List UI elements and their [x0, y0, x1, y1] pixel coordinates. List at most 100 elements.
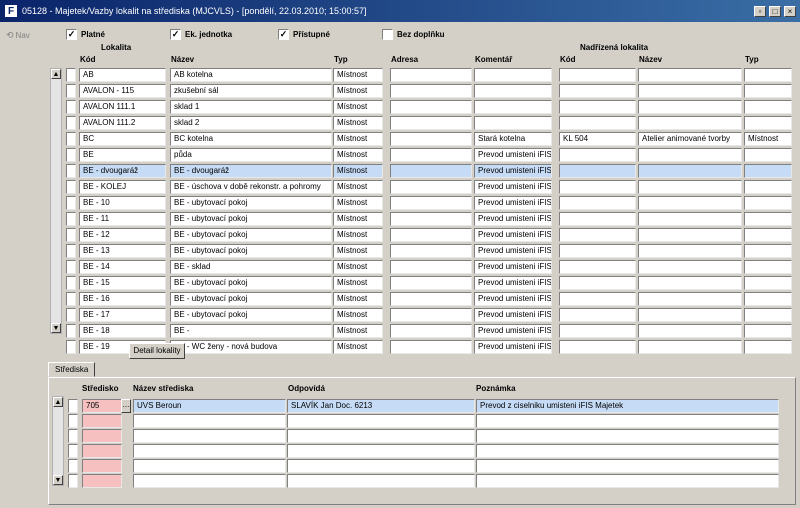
cell-nazev[interactable] — [133, 429, 286, 443]
close-button[interactable]: × — [784, 5, 796, 17]
cell-typ[interactable]: Místnost — [333, 196, 383, 210]
maximize-button[interactable]: □ — [769, 5, 781, 17]
cell-typ[interactable]: Místnost — [333, 340, 383, 354]
cell-nazev[interactable]: BE - ubytovací pokoj — [170, 308, 332, 322]
cell-kod[interactable]: AB — [79, 68, 166, 82]
cell-n-nazev[interactable] — [638, 260, 742, 274]
cell-nazev[interactable]: BE - ubytovací pokoj — [170, 228, 332, 242]
cell-komentar[interactable] — [474, 84, 552, 98]
row-indicator[interactable] — [66, 148, 76, 162]
cell-adresa[interactable] — [390, 228, 472, 242]
cell-n-nazev[interactable] — [638, 292, 742, 306]
cell-komentar[interactable]: Stará kotelna — [474, 132, 552, 146]
cell-nazev[interactable] — [133, 414, 286, 428]
row-indicator[interactable] — [66, 68, 76, 82]
cell-typ[interactable]: Místnost — [333, 212, 383, 226]
cell-n-kod[interactable]: KL 504 — [559, 132, 636, 146]
cell-n-typ[interactable] — [744, 148, 792, 162]
lokality-scrollbar[interactable]: ▲ ▼ — [50, 68, 62, 334]
cell-kod[interactable]: BE - dvougaráž — [79, 164, 166, 178]
scroll-down-arrow[interactable]: ▼ — [51, 323, 61, 333]
cell-adresa[interactable] — [390, 196, 472, 210]
cell-n-typ[interactable] — [744, 196, 792, 210]
cell-odpovida[interactable] — [287, 474, 475, 488]
cell-n-nazev[interactable] — [638, 340, 742, 354]
cell-n-nazev[interactable] — [638, 324, 742, 338]
cell-adresa[interactable] — [390, 244, 472, 258]
checkbox-pristupne[interactable]: ✓ — [278, 29, 289, 40]
cell-nazev[interactable]: BE - ubytovací pokoj — [170, 212, 332, 226]
cell-nazev[interactable]: zkušební sál — [170, 84, 332, 98]
cell-typ[interactable]: Místnost — [333, 100, 383, 114]
cell-komentar[interactable]: Prevod umisteni iFIS — [474, 324, 552, 338]
cell-n-nazev[interactable] — [638, 100, 742, 114]
filter-platne[interactable]: ✓ Platné — [66, 29, 105, 40]
cell-n-kod[interactable] — [559, 324, 636, 338]
row-indicator[interactable] — [66, 180, 76, 194]
cell-adresa[interactable] — [390, 68, 472, 82]
checkbox-platne[interactable]: ✓ — [66, 29, 77, 40]
cell-kod[interactable]: BE - 16 — [79, 292, 166, 306]
cell-nazev[interactable] — [133, 459, 286, 473]
cell-poznamka[interactable] — [476, 474, 779, 488]
row-indicator[interactable] — [66, 84, 76, 98]
row-indicator[interactable] — [68, 444, 78, 458]
cell-nazev[interactable]: UVS Beroun — [133, 399, 286, 413]
row-indicator[interactable] — [66, 308, 76, 322]
cell-adresa[interactable] — [390, 116, 472, 130]
cell-odpovida[interactable] — [287, 444, 475, 458]
cell-odpovida[interactable] — [287, 429, 475, 443]
cell-kod[interactable]: BE - 10 — [79, 196, 166, 210]
cell-stredisko[interactable] — [82, 459, 122, 473]
cell-n-nazev[interactable] — [638, 228, 742, 242]
cell-n-typ[interactable] — [744, 212, 792, 226]
cell-komentar[interactable]: Prevod umisteni iFIS — [474, 340, 552, 354]
cell-komentar[interactable]: Prevod umisteni iFIS — [474, 180, 552, 194]
cell-odpovida[interactable] — [287, 459, 475, 473]
cell-kod[interactable]: BE - 18 — [79, 324, 166, 338]
cell-nazev[interactable]: BE - ubytovací pokoj — [170, 196, 332, 210]
filter-ek-jednotka[interactable]: ✓ Ek. jednotka — [170, 29, 232, 40]
cell-typ[interactable]: Místnost — [333, 276, 383, 290]
cell-n-typ[interactable] — [744, 324, 792, 338]
row-indicator[interactable] — [68, 399, 78, 413]
cell-komentar[interactable]: Prevod umisteni iFIS — [474, 260, 552, 274]
cell-nazev[interactable]: BE - ubytovací pokoj — [170, 244, 332, 258]
cell-n-typ[interactable] — [744, 84, 792, 98]
cell-typ[interactable]: Místnost — [333, 84, 383, 98]
row-indicator[interactable] — [68, 429, 78, 443]
cell-kod[interactable]: BE - 11 — [79, 212, 166, 226]
cell-komentar[interactable]: Prevod umisteni iFIS — [474, 276, 552, 290]
cell-komentar[interactable]: Prevod umisteni iFIS — [474, 228, 552, 242]
cell-komentar[interactable]: Prevod umisteni iFIS — [474, 212, 552, 226]
cell-typ[interactable]: Místnost — [333, 324, 383, 338]
cell-n-nazev[interactable] — [638, 244, 742, 258]
cell-kod[interactable]: AVALON - 115 — [79, 84, 166, 98]
cell-n-kod[interactable] — [559, 276, 636, 290]
scroll-up-arrow[interactable]: ▲ — [51, 69, 61, 79]
cell-odpovida[interactable]: SLAVÍK Jan Doc. 6213 — [287, 399, 475, 413]
cell-adresa[interactable] — [390, 324, 472, 338]
row-indicator[interactable] — [68, 414, 78, 428]
cell-komentar[interactable] — [474, 68, 552, 82]
cell-stredisko[interactable]: 705 — [82, 399, 122, 413]
cell-kod[interactable]: BE - 12 — [79, 228, 166, 242]
nav-button[interactable]: ⟲ Nav — [6, 30, 30, 41]
cell-n-typ[interactable] — [744, 260, 792, 274]
cell-adresa[interactable] — [390, 132, 472, 146]
row-indicator[interactable] — [66, 228, 76, 242]
cell-komentar[interactable]: Prevod umisteni iFIS — [474, 244, 552, 258]
cell-n-kod[interactable] — [559, 164, 636, 178]
cell-kod[interactable]: BE — [79, 148, 166, 162]
cell-n-kod[interactable] — [559, 180, 636, 194]
cell-n-kod[interactable] — [559, 308, 636, 322]
row-indicator[interactable] — [66, 196, 76, 210]
cell-komentar[interactable]: Prevod umisteni iFIS — [474, 164, 552, 178]
cell-typ[interactable]: Místnost — [333, 68, 383, 82]
cell-n-kod[interactable] — [559, 228, 636, 242]
cell-typ[interactable]: Místnost — [333, 180, 383, 194]
cell-kod[interactable]: BE - 13 — [79, 244, 166, 258]
row-indicator[interactable] — [66, 276, 76, 290]
checkbox-bez-doplnku[interactable] — [382, 29, 393, 40]
cell-kod[interactable]: BE - KOLEJ — [79, 180, 166, 194]
